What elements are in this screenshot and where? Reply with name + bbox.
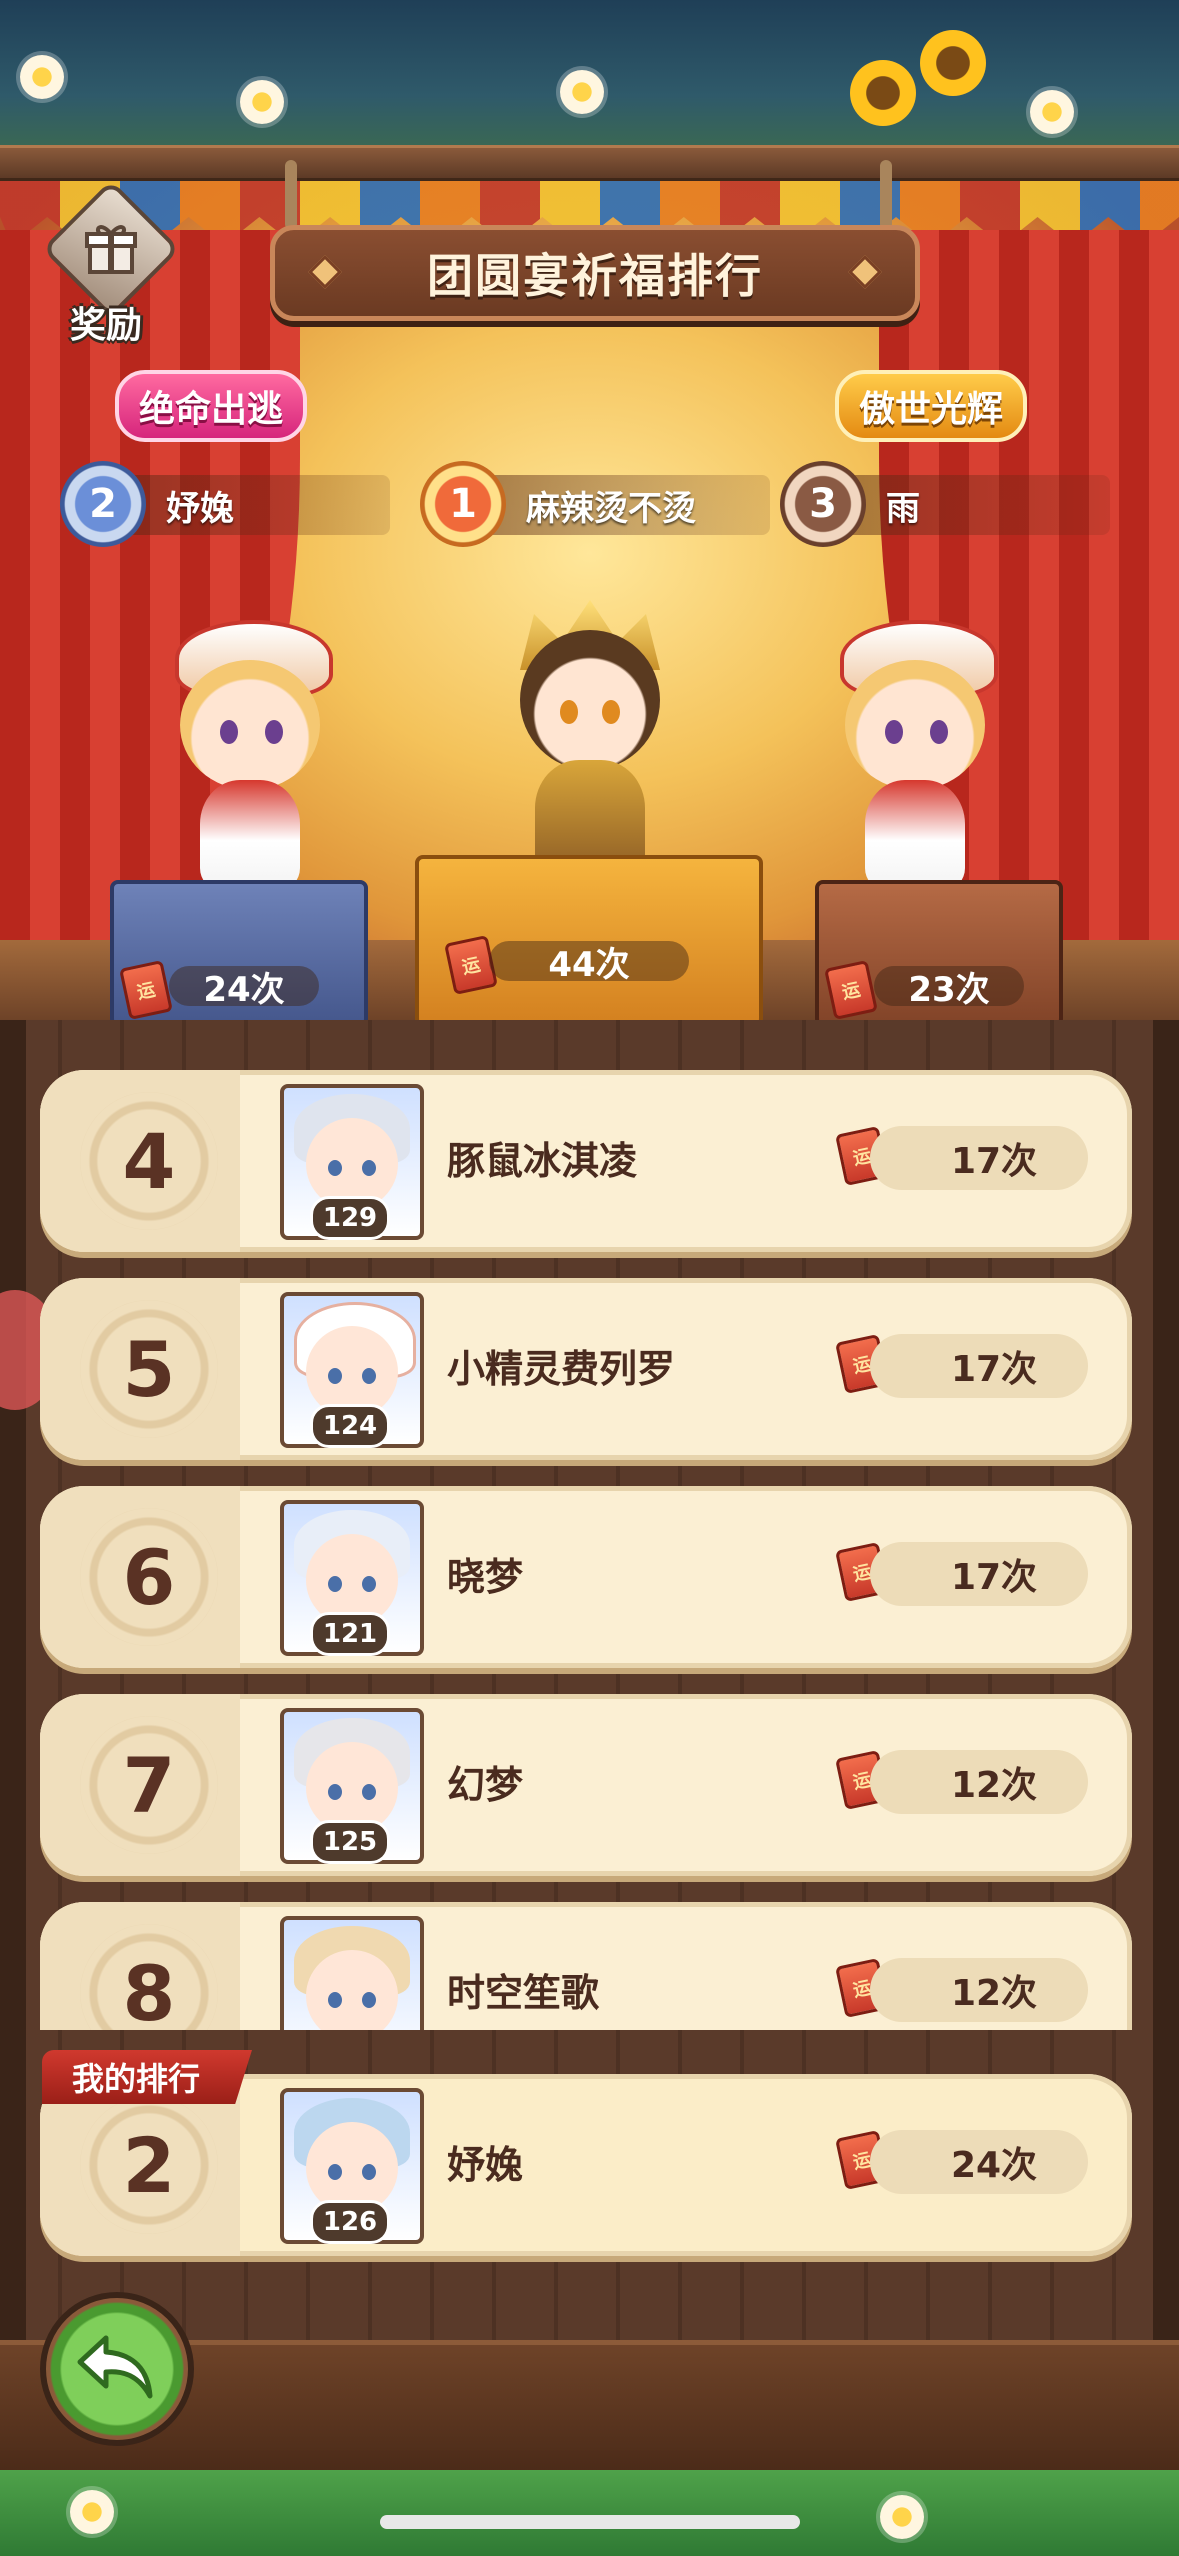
rank-number: 4	[122, 1116, 176, 1206]
character-head	[845, 660, 985, 790]
flower-decoration	[560, 70, 604, 114]
ticket-icon: 运	[824, 959, 878, 1021]
sunflower-decoration	[850, 60, 916, 126]
back-arrow-icon	[77, 2335, 153, 2399]
level-tag: 129	[310, 1196, 390, 1240]
list-item[interactable]: 6 121 晓梦 运 17次	[40, 1486, 1132, 1668]
plaque-rope	[285, 160, 297, 230]
my-rank-label: 我的排行	[42, 2050, 252, 2104]
plaque-rope	[880, 160, 892, 230]
flower-decoration	[240, 80, 284, 124]
flower-decoration	[880, 2495, 924, 2539]
player-name: 豚鼠冰淇凌	[447, 1139, 638, 1183]
avatar-eyes	[328, 1160, 376, 1176]
character-body	[200, 780, 300, 890]
rank-number: 6	[122, 1532, 176, 1622]
avatar[interactable]	[280, 1916, 424, 2030]
level-tag: 125	[310, 1820, 390, 1864]
ranking-list[interactable]: 4 129 豚鼠冰淇凌 运 17次 5 124 小精灵费列罗 运 17次 6 1…	[0, 1060, 1179, 2030]
page-title: 团圆宴祈福排行	[427, 249, 763, 303]
top-rank-2-bar[interactable]: 2 妤婏	[60, 461, 390, 547]
top-rank-3-bar[interactable]: 3 雨	[780, 461, 1110, 547]
score-count: 17次	[870, 1542, 1088, 1606]
score-count: 12次	[870, 1958, 1088, 2022]
list-item[interactable]: 4 129 豚鼠冰淇凌 运 17次	[40, 1070, 1132, 1252]
reward-label: 奖励	[69, 305, 142, 346]
character-eye	[265, 720, 283, 744]
character-rank-1[interactable]	[440, 560, 740, 880]
avatar-eyes	[328, 2164, 376, 2180]
rank-medal-gold: 1	[420, 461, 506, 547]
top-rank-1-bar[interactable]: 1 麻辣烫不烫	[420, 461, 770, 547]
list-item[interactable]: 5 124 小精灵费列罗 运 17次	[40, 1278, 1132, 1460]
stage-beam	[0, 145, 1179, 181]
avatar-eyes	[328, 1992, 376, 2008]
player-name: 妤婏	[447, 2143, 524, 2187]
score-count: 17次	[870, 1334, 1088, 1398]
back-button[interactable]	[40, 2292, 194, 2446]
podium-count: 24次	[169, 966, 319, 1010]
character-eye	[885, 720, 903, 744]
character-eye	[220, 720, 238, 744]
flower-decoration	[1030, 90, 1074, 134]
reward-button[interactable]: 奖励	[41, 179, 181, 346]
rank-medal-bronze: 3	[780, 461, 866, 547]
podium-count: 44次	[489, 941, 689, 985]
score-count: 12次	[870, 1750, 1088, 1814]
home-indicator[interactable]	[380, 2515, 800, 2529]
character-body	[865, 780, 965, 890]
podium-count: 23次	[874, 966, 1024, 1010]
grass-decoration	[0, 2470, 1179, 2556]
rank-medal-silver: 2	[60, 461, 146, 547]
level-tag: 121	[310, 1612, 390, 1656]
rank-number: 7	[122, 1740, 176, 1830]
title-plaque: 团圆宴祈福排行	[270, 225, 920, 321]
level-tag: 124	[310, 1404, 390, 1448]
title-badge-left: 绝命出逃	[115, 370, 308, 442]
player-name: 时空笙歌	[447, 1971, 600, 2015]
character-head	[520, 630, 660, 770]
player-name: 小精灵费列罗	[447, 1347, 676, 1391]
plaque-gem	[848, 255, 882, 289]
character-head	[180, 660, 320, 790]
rank-number: 8	[122, 1948, 176, 2031]
character-eye	[560, 700, 578, 724]
ticket-icon: 运	[119, 959, 173, 1021]
flower-decoration	[70, 2490, 114, 2534]
score-count: 17次	[870, 1126, 1088, 1190]
title-badge-right: 傲世光辉	[835, 370, 1028, 442]
level-tag: 126	[310, 2200, 390, 2244]
list-item[interactable]: 8 时空笙歌 运 12次	[40, 1902, 1132, 2030]
plaque-gem	[308, 255, 342, 289]
character-eye	[602, 700, 620, 724]
avatar-eyes	[328, 1784, 376, 1800]
score-count: 24次	[870, 2130, 1088, 2194]
player-name: 晓梦	[447, 1555, 524, 1599]
character-rank-2[interactable]	[135, 620, 355, 900]
player-name: 幻梦	[447, 1763, 524, 1807]
list-item[interactable]: 7 125 幻梦 运 12次	[40, 1694, 1132, 1876]
rank-number: 5	[122, 1324, 176, 1414]
avatar-eyes	[328, 1368, 376, 1384]
avatar-eyes	[328, 1576, 376, 1592]
rank-number: 2	[122, 2120, 176, 2210]
character-rank-3[interactable]	[800, 620, 1020, 900]
flower-decoration	[20, 55, 64, 99]
sunflower-decoration	[920, 30, 986, 96]
character-eye	[930, 720, 948, 744]
